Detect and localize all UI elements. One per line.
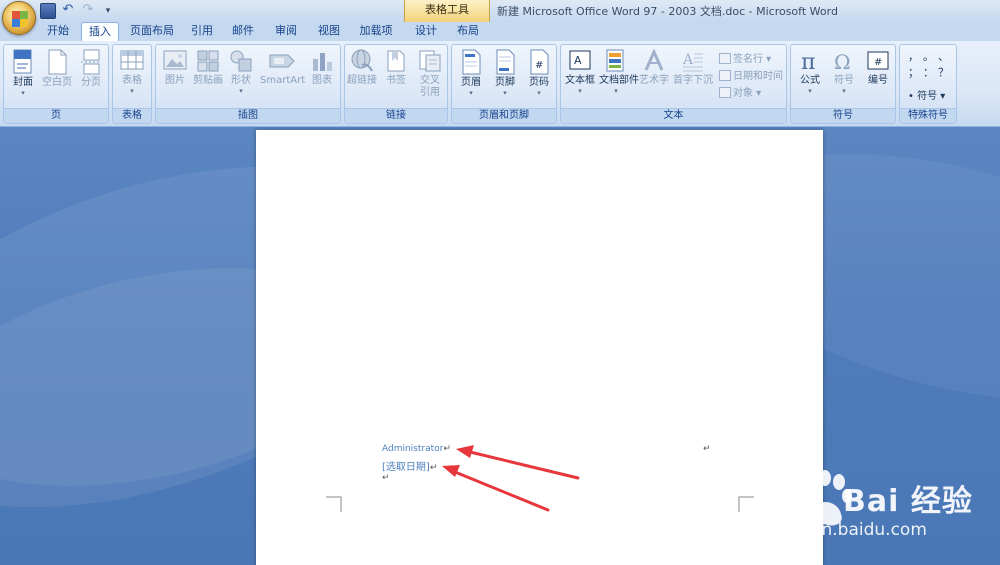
office-button[interactable] (2, 1, 36, 35)
annotation-arrow (442, 465, 550, 512)
office-logo-icon (12, 11, 28, 27)
annotation-arrow (456, 445, 580, 480)
watermark-url: jingyan.baidu.com (770, 520, 927, 540)
watermark-brand: Bai 经验 (843, 484, 973, 519)
